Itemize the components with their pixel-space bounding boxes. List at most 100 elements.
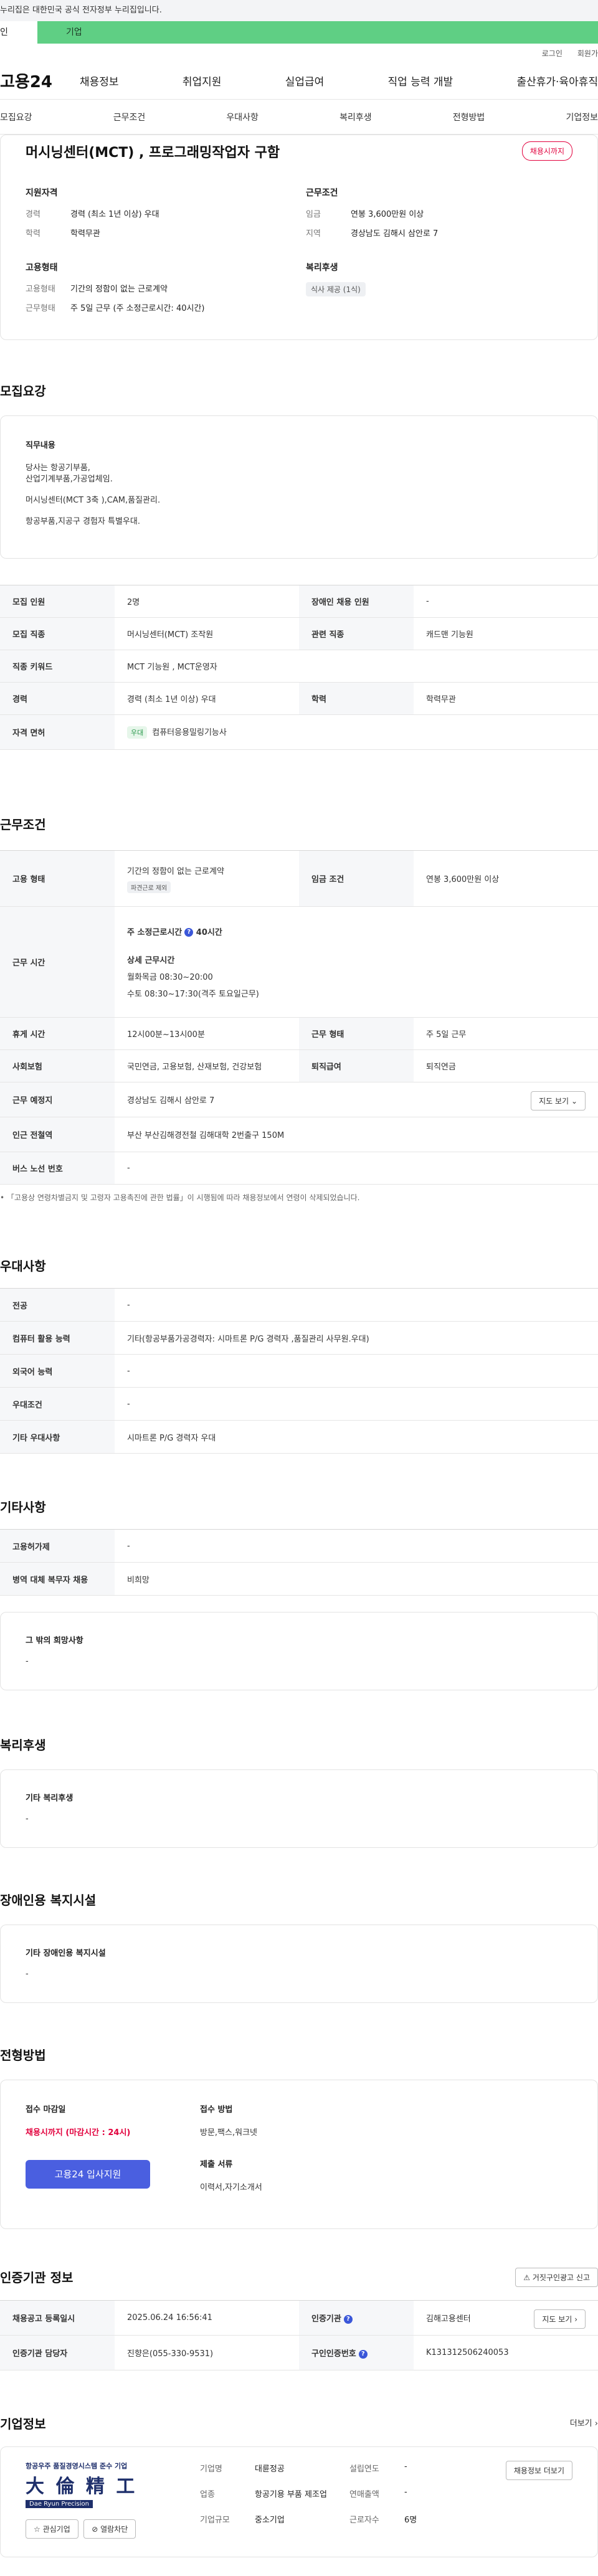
summary-conditions: 근무조건 임금 연봉 3,600만원 이상 지역 경상남도 김해시 삼안로 7 [306, 186, 580, 246]
preference-table: 전공 - 컴퓨터 활용 능력 기타(항공부품가공경력자: 시마트론 P/G 경력자 … [0, 1288, 598, 1454]
info-icon[interactable]: ? [184, 928, 194, 937]
table-label: 근무 시간 [0, 906, 115, 1018]
table-value: 경력 (최소 1년 이상) 우대 [115, 682, 299, 715]
company-field-value: 6명 [404, 2516, 417, 2525]
map-button[interactable]: 지도 보기 ⌄ [531, 1091, 586, 1110]
agency-map-button[interactable]: 지도 보기 › [534, 2309, 586, 2329]
welfare-box: 기타 복리후생 - [0, 1769, 598, 1848]
hours-detail-line: 수토 08:30~17:30(격주 토요일근무) [127, 989, 259, 999]
table-label: 사회보험 [0, 1049, 115, 1082]
table-label: 근무 형태 [299, 1017, 414, 1050]
tab-company[interactable]: 기업 [37, 21, 598, 44]
subnav-preference[interactable]: 우대사항 [226, 111, 259, 123]
logo-main: 大 倫 精 工 [26, 2476, 138, 2498]
gnb-jobs[interactable]: 채용정보 [80, 73, 119, 88]
table-value: 시마트론 P/G 경력자 우대 [115, 1420, 598, 1454]
info-icon[interactable]: ? [358, 2349, 368, 2359]
agency-section-title: 인증기관 정보 [0, 2270, 74, 2285]
hours-summary: 주 소정근로시간? 40시간 [127, 926, 586, 937]
table-value: 2025.06.24 16:56:41 [115, 2300, 299, 2336]
deadline-block: 접수 마감일 채용시까지 (마감시간 : 24시) 고용24 입사지원 [26, 2103, 150, 2189]
gov-banner: 누리집은 대한민국 공식 전자정부 누리집입니다. [0, 0, 598, 21]
summary-label: 근무형태 [26, 304, 55, 313]
table-value: 연봉 3,600만원 이상 [414, 850, 598, 907]
site-logo[interactable]: 고용24 [0, 69, 76, 92]
table-row: 채용공고 등록일시 2025.06.24 16:56:41 인증기관? 김해고용… [0, 2300, 598, 2336]
favorite-company-button[interactable]: ☆ 관심기업 [26, 2519, 78, 2539]
table-label: 고용허가제 [0, 1529, 115, 1563]
summary-qualification: 지원자격 경력 경력 (최소 1년 이상) 우대 학력 학력무관 [26, 186, 300, 246]
disabled-facilities-label: 기타 장애인용 복지시설 [26, 1949, 106, 1958]
report-button-label: 거짓구인광고 신고 [532, 2273, 590, 2282]
siren-icon: ⚠ [523, 2273, 531, 2282]
company-section-title: 기업정보 [0, 2417, 46, 2432]
tab-individual[interactable]: 인 [0, 21, 37, 44]
work-section-title: 근무조건 [0, 817, 46, 832]
company-field-value: - [404, 2462, 407, 2471]
docs-value: 이력서,자기소개서 [200, 2183, 262, 2192]
conditions-heading: 근무조건 [306, 188, 338, 198]
preferred-chip: 우대 [127, 726, 148, 739]
table-label: 구인인증번호? [299, 2335, 414, 2370]
etc-table: 고용허가제 - 병역 대체 복무자 채용 비희망 [0, 1529, 598, 1596]
favorite-label: 관심기업 [42, 2525, 70, 2534]
table-label: 기타 우대사항 [0, 1420, 115, 1454]
table-value: - [115, 1387, 598, 1421]
subnav-company[interactable]: 기업정보 [566, 111, 598, 123]
table-value: 기간의 정함이 없는 근로계약 파견근로 제외 [115, 850, 299, 907]
employment-heading: 고용형태 [26, 263, 58, 273]
gnb-parental-leave[interactable]: 출산휴가·육아휴직 [516, 73, 598, 88]
company-field-value: - [404, 2488, 407, 2497]
welfare-label: 기타 복리후생 [26, 1794, 74, 1803]
table-row: 우대조건 - [0, 1387, 598, 1421]
table-value: 김해고용센터 지도 보기 › [414, 2300, 598, 2336]
chevron-right-icon: › [594, 2419, 598, 2428]
block-company-button[interactable]: ⊘ 열람차단 [83, 2519, 136, 2539]
welfare-section-title: 복리후생 [0, 1738, 46, 1753]
agency-table: 채용공고 등록일시 2025.06.24 16:56:41 인증기관? 김해고용… [0, 2300, 598, 2370]
recruit-table: 모집 인원 2명 장애인 채용 인원 - 모집 직종 머시닝센터(MCT) 조작원 관… [0, 585, 598, 750]
deadline-badge: 채용시까지 [521, 141, 572, 161]
other-wishes-value: - [26, 1657, 29, 1666]
gnb-vocational-training[interactable]: 직업 능력 개발 [388, 73, 453, 88]
signup-link[interactable]: 회원가 [577, 48, 598, 59]
gnb-unemployment-benefit[interactable]: 실업급여 [285, 73, 325, 88]
login-link[interactable]: 로그인 [542, 48, 562, 59]
subnav-work[interactable]: 근무조건 [113, 111, 146, 123]
table-label: 인증기관 담당자 [0, 2335, 115, 2370]
company-jobs-button[interactable]: 채용정보 더보기 [505, 2461, 572, 2480]
deadline-value: 채용시까지 (마감시간 : 24시) [26, 2128, 131, 2138]
gnb-employment-support[interactable]: 취업지원 [183, 73, 222, 88]
subnav-welfare[interactable]: 복리후생 [339, 111, 372, 123]
company-field-label: 기업명 [200, 2465, 222, 2474]
summary-value: 경력 (최소 1년 이상) 우대 [70, 210, 159, 219]
welfare-value: - [26, 1814, 29, 1824]
subnav-recruit[interactable]: 모집요강 [0, 111, 32, 123]
table-label: 인근 전철역 [0, 1117, 115, 1152]
company-more-link[interactable]: 더보기 › [570, 2417, 598, 2428]
table-label: 장애인 채용 인원 [299, 585, 414, 618]
table-label: 병역 대체 복무자 채용 [0, 1562, 115, 1596]
company-fields-2: 설립연도 - 연매출액 - 근로자수 6명 [349, 2462, 462, 2525]
report-fake-ad-button[interactable]: ⚠ 거짓구인광고 신고 [515, 2268, 598, 2287]
table-label: 채용공고 등록일시 [0, 2300, 115, 2336]
subnav-screening[interactable]: 전형방법 [453, 111, 485, 123]
table-label: 외국어 능력 [0, 1354, 115, 1388]
summary-value: 학력무관 [70, 229, 100, 239]
table-value: 2명 [115, 585, 299, 618]
info-icon[interactable]: ? [343, 2314, 353, 2324]
summary-label: 경력 [26, 210, 40, 219]
other-wishes-label: 그 밖의 희망사항 [26, 1636, 83, 1646]
chevron-down-icon: ⌄ [571, 1097, 577, 1106]
table-label: 근무 예정지 [0, 1082, 115, 1117]
table-value: 우대 컴퓨터응용밀링기능사 [115, 714, 598, 750]
age-notice-text: 「고용상 연령차별금지 및 고령자 고용촉진에 관한 법률」이 시행됨에 따라 … [6, 1193, 360, 1202]
apply-button[interactable]: 고용24 입사지원 [26, 2160, 150, 2189]
gov-banner-text: 누리집은 대한민국 공식 전자정부 누리집입니다. [0, 6, 162, 15]
company-field-label: 설립연도 [349, 2465, 379, 2474]
user-type-tabs: 인 기업 [0, 21, 598, 44]
place-value: 경상남도 김해시 삼안로 7 [127, 1096, 215, 1106]
table-value: K131312506240053 [414, 2335, 598, 2370]
duty-box: 직무내용 당사는 항공기부품, 산업기계부품,가공업체임. 머시닝센터(MCT … [0, 415, 598, 559]
table-row: 인증기관 담당자 진향은(055-330-9531) 구인인증번호? K1313… [0, 2335, 598, 2370]
